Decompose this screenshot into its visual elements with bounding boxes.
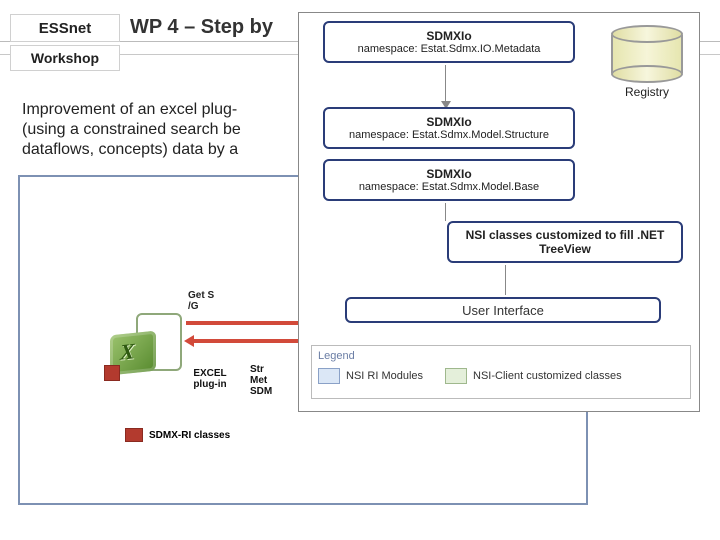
swatch-blue-icon: [318, 368, 340, 384]
workshop-badge: Workshop: [10, 45, 120, 71]
legend-item-modules: NSI RI Modules: [318, 368, 423, 384]
architecture-popup: SDMXIo namespace: Estat.Sdmx.IO.Metadata…: [298, 12, 700, 412]
legend-item-modules-label: NSI RI Modules: [346, 370, 423, 382]
box-sdmx-base-namespace: namespace: Estat.Sdmx.Model.Base: [329, 181, 569, 193]
swatch-green-icon: [445, 368, 467, 384]
legend-item-customized-label: NSI-Client customized classes: [473, 370, 622, 382]
box-sdmxio-namespace: namespace: Estat.Sdmx.IO.Metadata: [329, 43, 569, 55]
registry-cylinder-icon: [611, 25, 683, 83]
connector-base-nsi: [445, 203, 446, 221]
legend-sdmxri: SDMX-RI classes: [125, 428, 230, 442]
essnet-badge: ESSnet: [10, 14, 120, 42]
box-sdmx-structure: SDMXIo namespace: Estat.Sdmx.Model.Struc…: [323, 107, 575, 149]
arrow-request: [186, 319, 306, 327]
registry-label: Registry: [611, 85, 683, 99]
swatch-red-icon: [125, 428, 143, 442]
connector-sdmxio-struct: [445, 65, 446, 105]
panel-legend: Legend NSI RI Modules NSI-Client customi…: [311, 345, 691, 399]
struct-meta-label: Str Met SDM: [250, 364, 272, 397]
panel-legend-title: Legend: [318, 350, 684, 362]
box-sdmxio: SDMXIo namespace: Estat.Sdmx.IO.Metadata: [323, 21, 575, 63]
box-sdmx-base-title: SDMXIo: [329, 167, 569, 181]
box-nsi-treeview: NSI classes customized to fill .NET Tree…: [447, 221, 683, 263]
legend-item-customized: NSI-Client customized classes: [445, 368, 622, 384]
arrow-response: [186, 337, 306, 345]
excel-plugin-label: EXCEL plug-in: [180, 368, 240, 390]
box-sdmxio-title: SDMXIo: [329, 29, 569, 43]
excel-icon: X: [110, 305, 180, 375]
legend-sdmxri-label: SDMX-RI classes: [149, 430, 230, 441]
getset-label: Get S /G: [188, 290, 214, 312]
connector-nsi-ui: [505, 265, 506, 295]
box-sdmx-structure-title: SDMXIo: [329, 115, 569, 129]
box-sdmx-base: SDMXIo namespace: Estat.Sdmx.Model.Base: [323, 159, 575, 201]
box-sdmx-structure-namespace: namespace: Estat.Sdmx.Model.Structure: [329, 129, 569, 141]
box-user-interface: User Interface: [345, 297, 661, 323]
